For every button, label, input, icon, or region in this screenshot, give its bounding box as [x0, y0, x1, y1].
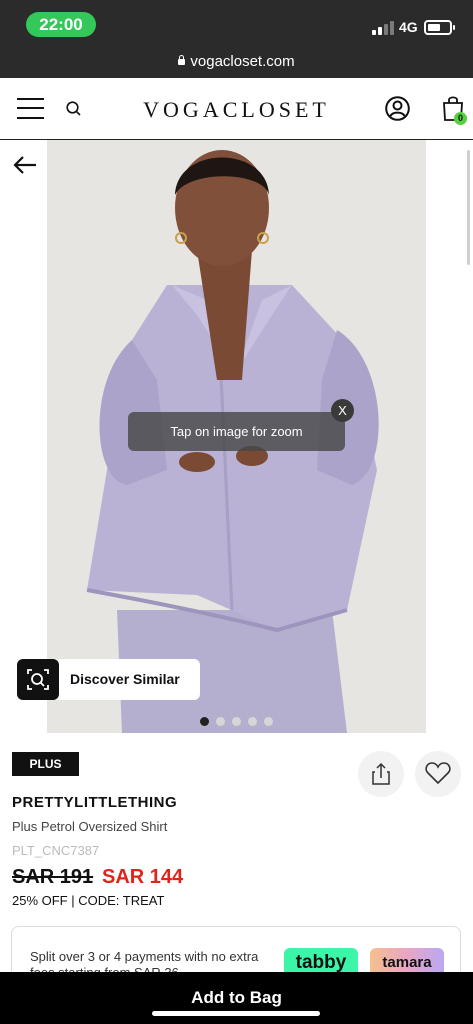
- promo-code: 25% OFF | CODE: TREAT: [12, 893, 165, 908]
- add-to-bag-button[interactable]: Add to Bag: [0, 972, 473, 1024]
- gallery-pagination[interactable]: [200, 713, 280, 726]
- discover-similar-button[interactable]: Discover Similar: [17, 659, 200, 700]
- home-indicator[interactable]: [152, 1011, 320, 1016]
- url-text: vogacloset.com: [190, 53, 295, 70]
- original-price: SAR 191: [12, 866, 94, 888]
- zoom-hint-toast: Tap on image for zoom: [128, 412, 345, 451]
- visual-search-icon: [17, 659, 59, 700]
- bag-count-badge: 0: [454, 112, 467, 125]
- network-type: 4G: [399, 19, 418, 35]
- discover-similar-label: Discover Similar: [70, 671, 180, 687]
- status-time: 22:00: [26, 12, 96, 37]
- gallery-dot[interactable]: [264, 717, 273, 726]
- product-gallery[interactable]: Tap on image for zoom X Discover Similar: [0, 140, 473, 735]
- share-button[interactable]: [358, 751, 404, 797]
- account-icon[interactable]: [385, 96, 410, 121]
- close-hint-button[interactable]: X: [331, 399, 354, 422]
- page-scrollbar[interactable]: [467, 150, 470, 265]
- product-name: Plus Petrol Oversized Shirt: [12, 819, 168, 834]
- battery-icon: [424, 20, 455, 35]
- gallery-dot[interactable]: [248, 717, 257, 726]
- share-icon: [372, 762, 390, 785]
- gallery-dot[interactable]: [216, 717, 225, 726]
- lock-icon: [178, 55, 186, 65]
- signal-icon: [372, 21, 394, 35]
- wishlist-button[interactable]: [415, 751, 461, 797]
- sale-price: SAR 144: [102, 866, 184, 888]
- back-arrow-icon[interactable]: [13, 155, 38, 175]
- product-brand[interactable]: PRETTYLITTLETHING: [12, 794, 177, 811]
- site-header: VOGACLOSET: [0, 78, 473, 140]
- status-bar: 22:00 4G: [0, 0, 473, 48]
- url-bar[interactable]: vogacloset.com: [0, 48, 473, 78]
- gallery-dot[interactable]: [232, 717, 241, 726]
- heart-icon: [425, 762, 451, 785]
- product-sku: PLT_CNC7387: [12, 843, 100, 858]
- plus-size-badge: PLUS: [12, 752, 79, 776]
- gallery-dot[interactable]: [200, 717, 209, 726]
